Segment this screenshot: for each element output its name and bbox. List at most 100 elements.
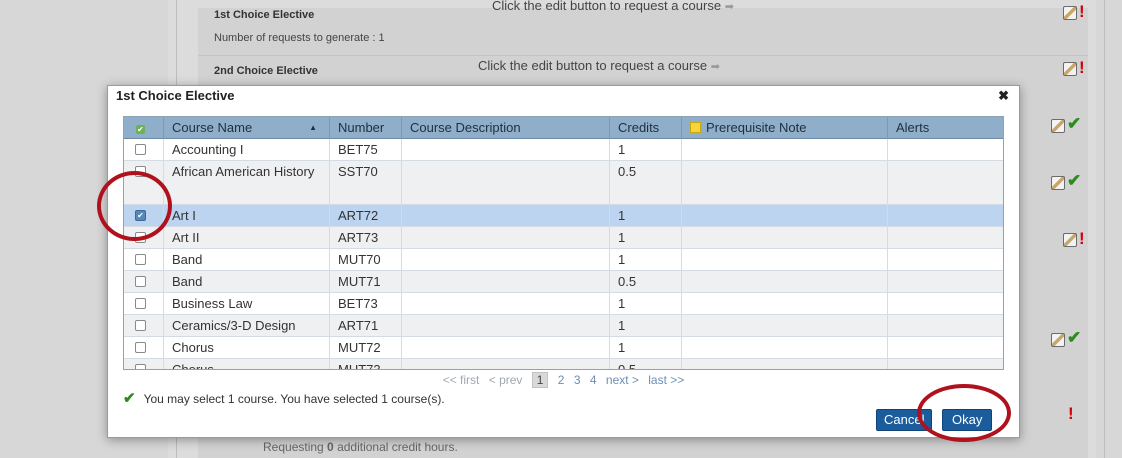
credit-hours-footer: Requesting 0 additional credit hours.	[263, 440, 458, 454]
table-row[interactable]: Business Law BET73 1	[124, 293, 1003, 315]
table-row[interactable]: Art II ART73 1	[124, 227, 1003, 249]
course-name-cell: Band	[164, 249, 330, 270]
alerts-cell	[888, 205, 1003, 226]
edit-icon[interactable]	[1063, 6, 1077, 20]
row-checkbox-cell	[124, 139, 164, 160]
course-name-cell: Band	[164, 271, 330, 292]
dialog-title: 1st Choice Elective	[116, 88, 235, 103]
column-number[interactable]: Number	[330, 117, 402, 139]
table-row[interactable]: Ceramics/3-D Design ART71 1	[124, 315, 1003, 337]
column-course-name[interactable]: Course Name ▲	[164, 117, 330, 139]
course-name-cell: Business Law	[164, 293, 330, 314]
credits-cell: 1	[610, 315, 682, 336]
credits-cell: 1	[610, 139, 682, 160]
credits-cell: 0.5	[610, 359, 682, 369]
pagination: << first < prev 1 2 3 4 next > last >>	[108, 372, 1019, 388]
annotation-circle-okay	[917, 384, 1011, 442]
course-name-cell: Art I	[164, 205, 330, 226]
description-cell	[402, 315, 610, 336]
second-choice-title: 2nd Choice Elective	[214, 65, 318, 77]
last-page-link[interactable]: last >>	[648, 373, 684, 387]
prerequisite-cell	[682, 205, 888, 226]
first-choice-hint-text: Click the edit button to request a cours…	[492, 0, 722, 13]
page-2-link[interactable]: 2	[558, 373, 565, 387]
course-number-cell: BET73	[330, 293, 402, 314]
course-number-cell: MUT70	[330, 249, 402, 270]
prerequisite-cell	[682, 139, 888, 160]
alerts-cell	[888, 315, 1003, 336]
selection-status: ✔ You may select 1 course. You have selec…	[123, 389, 445, 407]
alerts-cell	[888, 139, 1003, 160]
row-checkbox[interactable]	[135, 254, 146, 265]
prev-page-link[interactable]: < prev	[489, 373, 523, 387]
prerequisite-cell	[682, 315, 888, 336]
row-checkbox[interactable]	[135, 320, 146, 331]
credits-cell: 1	[610, 249, 682, 270]
credits-cell: 0.5	[610, 161, 682, 204]
prerequisite-cell	[682, 293, 888, 314]
arrow-right-icon: ➡	[710, 61, 720, 73]
second-choice-hint: Click the edit button to request a cours…	[478, 58, 720, 73]
description-cell	[402, 249, 610, 270]
check-icon: ✔	[1067, 171, 1082, 190]
close-icon[interactable]: ✖	[998, 88, 1009, 104]
credits-cell: 0.5	[610, 271, 682, 292]
page-3-link[interactable]: 3	[574, 373, 581, 387]
row-checkbox[interactable]	[135, 364, 146, 369]
edit-icon[interactable]	[1051, 176, 1065, 190]
course-number-cell: MUT71	[330, 271, 402, 292]
edit-icon[interactable]	[1063, 62, 1077, 76]
course-table: ✔ Course Name ▲ Number Course Descriptio…	[123, 116, 1004, 370]
page-1-link[interactable]: 1	[531, 372, 549, 388]
table-row[interactable]: Band MUT71 0.5	[124, 271, 1003, 293]
row-checkbox-cell	[124, 337, 164, 358]
description-cell	[402, 293, 610, 314]
sort-ascending-icon: ▲	[309, 123, 317, 132]
column-credits[interactable]: Credits	[610, 117, 682, 139]
description-cell	[402, 227, 610, 248]
course-number-cell: SST70	[330, 161, 402, 204]
first-choice-title: 1st Choice Elective	[214, 9, 315, 21]
edit-icon[interactable]	[1051, 119, 1065, 133]
prerequisite-cell	[682, 249, 888, 270]
row-checkbox[interactable]	[135, 298, 146, 309]
edit-icon[interactable]	[1063, 233, 1077, 247]
check-icon: ✔	[1067, 328, 1082, 347]
credits-cell: 1	[610, 227, 682, 248]
course-number-cell: ART73	[330, 227, 402, 248]
first-page-link[interactable]: << first	[443, 373, 480, 387]
row-checkbox[interactable]	[135, 276, 146, 287]
column-alerts[interactable]: Alerts	[888, 117, 1003, 139]
course-selection-dialog: 1st Choice Elective ✖ ✔ Course Name ▲ Nu…	[107, 85, 1020, 438]
course-name-cell: African American History	[164, 161, 330, 204]
table-row[interactable]: Accounting I BET75 1	[124, 139, 1003, 161]
table-row[interactable]: ✔ Art I ART72 1	[124, 205, 1003, 227]
right-divider	[1104, 0, 1105, 458]
check-icon: ✔	[123, 390, 136, 407]
next-page-link[interactable]: next >	[606, 373, 639, 387]
course-name-cell: Accounting I	[164, 139, 330, 160]
row-divider	[198, 55, 1088, 56]
note-icon	[690, 122, 701, 133]
column-label: Prerequisite Note	[706, 120, 807, 135]
course-number-cell: BET75	[330, 139, 402, 160]
alerts-cell	[888, 271, 1003, 292]
description-cell	[402, 139, 610, 160]
edit-icon[interactable]	[1051, 333, 1065, 347]
table-row[interactable]: Band MUT70 1	[124, 249, 1003, 271]
alert-icon: !	[1079, 229, 1085, 248]
row-checkbox[interactable]	[135, 144, 146, 155]
page-4-link[interactable]: 4	[590, 373, 597, 387]
select-all-checkbox[interactable]: ✔	[124, 117, 164, 139]
course-number-cell: MUT72	[330, 337, 402, 358]
row-checkbox-cell	[124, 359, 164, 369]
table-row[interactable]: Chorus MUT73 0.5	[124, 359, 1003, 369]
column-prerequisite[interactable]: Prerequisite Note	[682, 117, 888, 139]
row-checkbox[interactable]	[135, 342, 146, 353]
credits-cell: 1	[610, 293, 682, 314]
prerequisite-cell	[682, 227, 888, 248]
second-choice-hint-text: Click the edit button to request a cours…	[478, 58, 708, 73]
table-row[interactable]: African American History SST70 0.5	[124, 161, 1003, 205]
table-row[interactable]: Chorus MUT72 1	[124, 337, 1003, 359]
column-description[interactable]: Course Description	[402, 117, 610, 139]
